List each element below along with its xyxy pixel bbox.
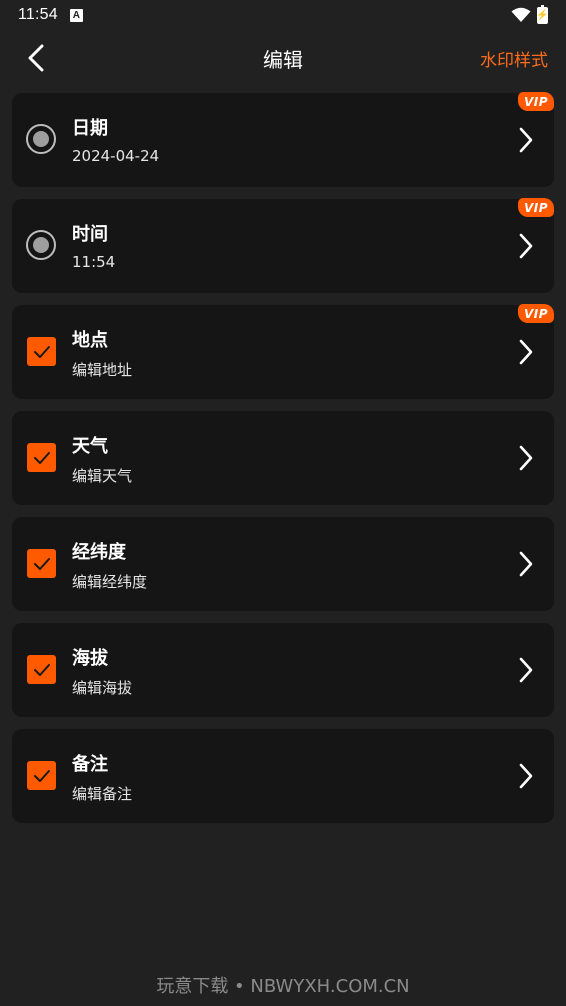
checkbox[interactable] bbox=[27, 761, 56, 790]
checkmark-icon bbox=[33, 663, 50, 676]
chevron-right-icon bbox=[519, 233, 533, 259]
field-subtitle: 编辑备注 bbox=[72, 785, 133, 803]
chevron-right-icon bbox=[519, 339, 533, 365]
vip-badge: VIP bbox=[518, 92, 554, 111]
status-icons: ⚡ bbox=[511, 4, 549, 24]
wifi-icon bbox=[511, 7, 531, 22]
field-title: 备注 bbox=[72, 754, 108, 775]
field-row-note[interactable]: 备注 编辑备注 bbox=[12, 729, 554, 823]
footer-watermark: 玩意下载 • NBWYXH.COM.CN bbox=[156, 976, 410, 997]
field-title: 日期 bbox=[72, 118, 108, 139]
checkmark-icon bbox=[33, 451, 50, 464]
field-subtitle: 2024-04-24 bbox=[72, 147, 160, 165]
chevron-right-icon bbox=[519, 763, 533, 789]
chevron-right-icon bbox=[519, 127, 533, 153]
chevron-right-icon bbox=[519, 445, 533, 471]
battery-icon: ⚡ bbox=[536, 4, 549, 24]
field-row-location[interactable]: 地点编辑地址 VIP bbox=[12, 304, 554, 399]
checkmark-icon bbox=[33, 557, 50, 570]
status-time: 11:54 bbox=[18, 6, 58, 23]
field-subtitle: 编辑地址 bbox=[72, 361, 133, 379]
chevron-left-icon bbox=[28, 44, 44, 72]
app-notification-icon: A bbox=[69, 8, 83, 22]
field-row-time[interactable]: 时间 11:54 VIP bbox=[12, 198, 554, 293]
checkbox[interactable] bbox=[27, 443, 56, 472]
field-subtitle: 11:54 bbox=[72, 253, 116, 271]
checkbox[interactable] bbox=[27, 655, 56, 684]
chevron-right-icon bbox=[519, 551, 533, 577]
radio-dot bbox=[33, 131, 49, 147]
chevron-right-icon bbox=[519, 657, 533, 683]
radio-dot bbox=[33, 237, 49, 253]
checkmark-icon bbox=[33, 345, 50, 358]
top-bar: 编辑 水印样式 bbox=[0, 32, 566, 84]
field-title: 天气 bbox=[72, 436, 108, 457]
field-title: 海拔 bbox=[72, 648, 108, 669]
radio-button[interactable] bbox=[26, 230, 56, 260]
field-row-date[interactable]: 日期 2024-04-24 VIP bbox=[12, 92, 554, 187]
field-subtitle: 编辑天气 bbox=[72, 467, 133, 485]
field-title: 地点 bbox=[72, 330, 108, 351]
radio-button[interactable] bbox=[26, 124, 56, 154]
field-title: 经纬度 bbox=[72, 542, 126, 563]
vip-badge: VIP bbox=[518, 198, 554, 217]
vip-badge: VIP bbox=[518, 304, 554, 323]
watermark-style-button[interactable]: 水印样式 bbox=[480, 46, 548, 71]
field-row-weather[interactable]: 天气 编辑天气 bbox=[12, 411, 554, 505]
checkbox[interactable] bbox=[27, 549, 56, 578]
field-subtitle: 编辑经纬度 bbox=[72, 573, 148, 591]
field-title: 时间 bbox=[72, 224, 108, 245]
field-subtitle: 编辑海拔 bbox=[72, 679, 133, 697]
checkbox[interactable] bbox=[27, 337, 56, 366]
checkmark-icon bbox=[33, 769, 50, 782]
page-title: 编辑 bbox=[263, 47, 303, 72]
field-row-coordinates[interactable]: 经纬度 编辑经纬度 bbox=[12, 517, 554, 611]
field-row-altitude[interactable]: 海拔 编辑海拔 bbox=[12, 623, 554, 717]
back-button[interactable] bbox=[20, 42, 52, 74]
status-bar: 11:54 A ⚡ bbox=[0, 0, 566, 30]
battery-charging-icon: ⚡ bbox=[536, 9, 549, 21]
field-list: 日期 2024-04-24 VIP 时间 11:54 VIP 地点编辑地址 VIP 天气编辑天气… bbox=[12, 92, 554, 835]
